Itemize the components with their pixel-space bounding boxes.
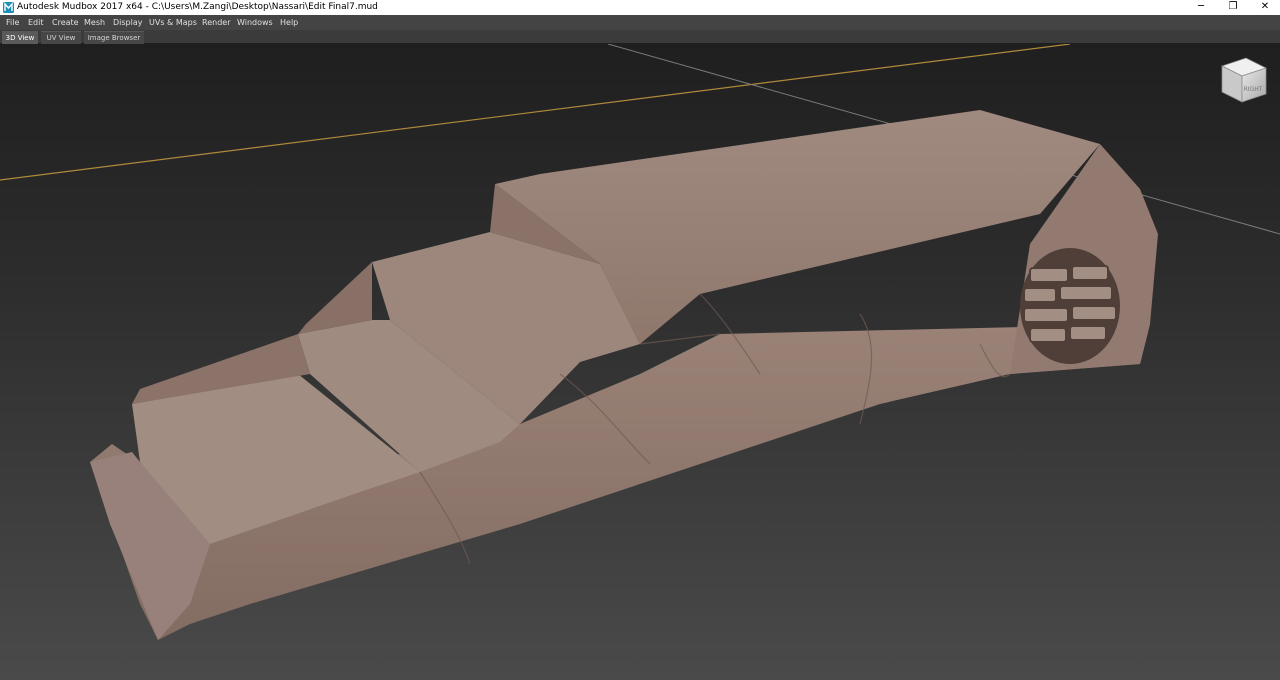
3d-viewport[interactable]: RIGHT xyxy=(0,44,1280,680)
menu-uvs-maps[interactable]: UVs & Maps xyxy=(149,15,197,30)
menu-create[interactable]: Create xyxy=(52,15,79,30)
title-bar: Autodesk Mudbox 2017 x64 - C:\Users\M.Za… xyxy=(0,0,1280,15)
tab-image-browser[interactable]: Image Browser xyxy=(84,31,144,44)
window-title: Autodesk Mudbox 2017 x64 - C:\Users\M.Za… xyxy=(17,2,378,12)
menu-mesh[interactable]: Mesh xyxy=(84,15,105,30)
menu-edit[interactable]: Edit xyxy=(28,15,44,30)
tab-uv-view[interactable]: UV View xyxy=(41,31,81,44)
tab-3d-view[interactable]: 3D View xyxy=(2,31,38,44)
view-cube-icon[interactable]: RIGHT xyxy=(1220,57,1268,103)
menu-display[interactable]: Display xyxy=(113,15,143,30)
minimize-button[interactable]: ─ xyxy=(1186,0,1216,15)
mudbox-logo-icon xyxy=(3,2,14,13)
menu-windows[interactable]: Windows xyxy=(237,15,273,30)
restore-button[interactable]: ❐ xyxy=(1218,0,1248,15)
menu-render[interactable]: Render xyxy=(202,15,230,30)
view-tab-bar: 3D View UV View Image Browser xyxy=(0,30,1280,44)
menu-file[interactable]: File xyxy=(6,15,19,30)
view-cube-label: RIGHT xyxy=(1244,86,1263,93)
menu-bar: File Edit Create Mesh Display UVs & Maps… xyxy=(0,15,1280,30)
close-button[interactable]: ✕ xyxy=(1250,0,1280,15)
menu-help[interactable]: Help xyxy=(280,15,298,30)
